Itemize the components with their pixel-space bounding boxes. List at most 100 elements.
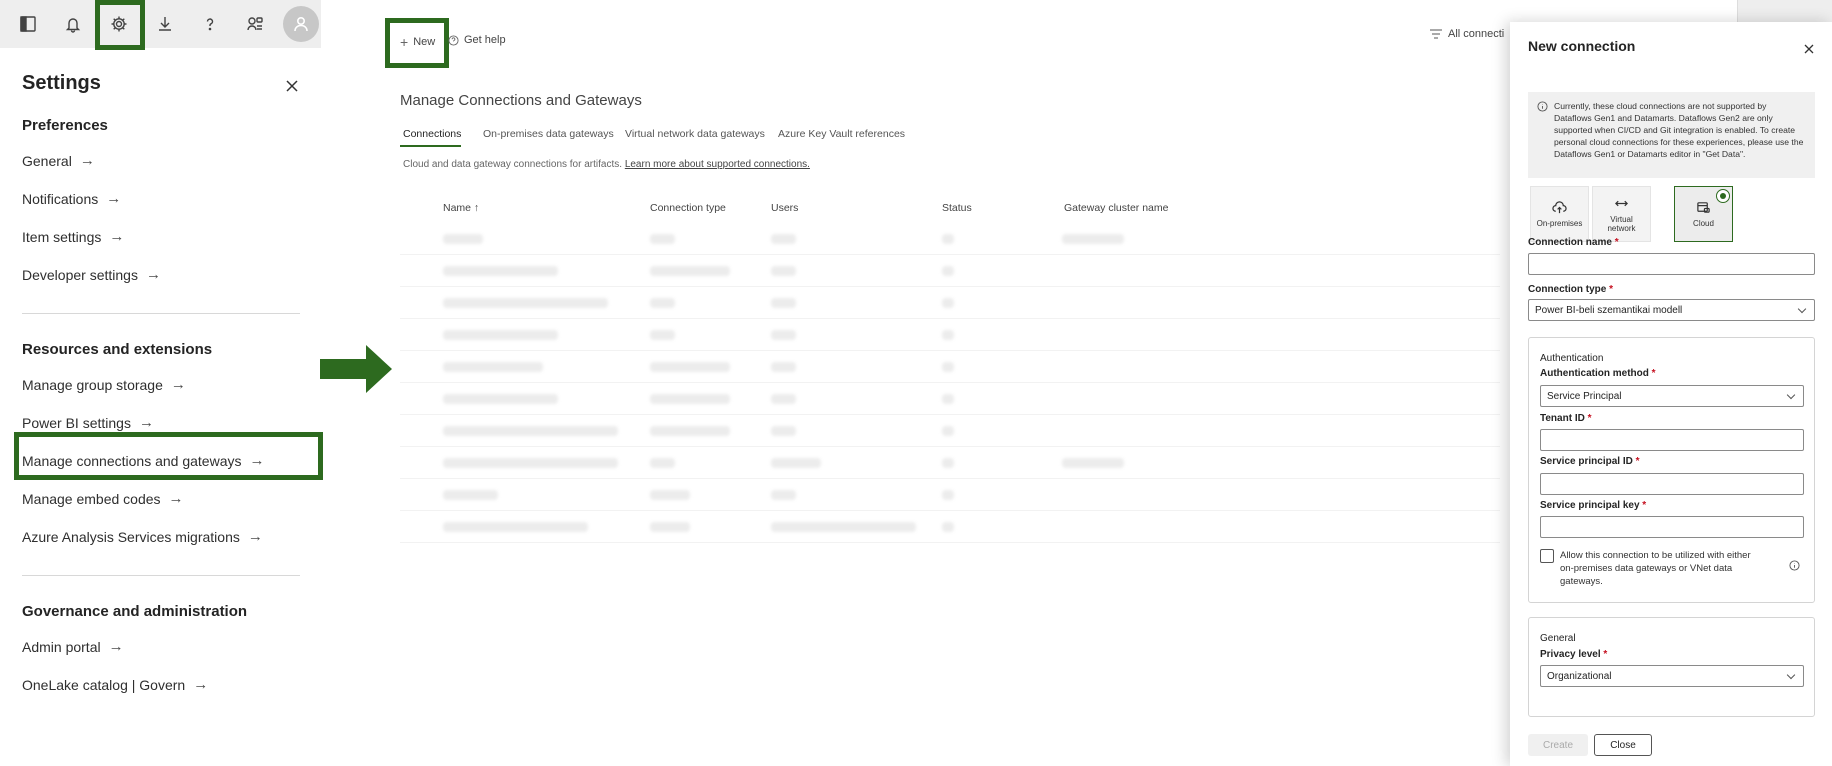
top-icon-bar	[0, 0, 321, 48]
table-cell-placeholder	[650, 394, 730, 404]
filter-icon	[1430, 29, 1442, 39]
cloud-upload-icon	[1552, 201, 1567, 214]
settings-title: Settings	[22, 72, 101, 94]
table-cell-placeholder	[443, 362, 543, 372]
info-icon[interactable]	[1789, 560, 1800, 571]
info-message: Currently, these cloud connections are n…	[1528, 92, 1815, 178]
table-cell-placeholder	[443, 490, 498, 500]
option-cloud[interactable]: Cloud	[1674, 186, 1733, 242]
table-cell-placeholder	[443, 458, 618, 468]
table-cell-placeholder	[650, 266, 730, 276]
manage-group-storage-link[interactable]: Manage group storage →	[22, 376, 186, 393]
column-header-gateway-cluster[interactable]: Gateway cluster name	[1064, 202, 1168, 214]
table-cell-placeholder	[771, 458, 821, 468]
table-cell-placeholder	[771, 298, 796, 308]
table-cell-placeholder	[942, 362, 954, 372]
table-cell-placeholder	[771, 426, 796, 436]
table-cell-placeholder	[443, 394, 558, 404]
gear-highlight-box	[95, 0, 145, 50]
table-cell-placeholder	[942, 490, 954, 500]
sp-key-label: Service principal key *	[1540, 500, 1647, 511]
table-row-divider	[400, 286, 1500, 287]
arrow-right-icon: →	[170, 376, 186, 393]
arrow-right-icon: →	[247, 528, 263, 545]
download-icon[interactable]	[146, 5, 184, 43]
allow-gateway-checkbox[interactable]	[1540, 549, 1554, 563]
table-cell-placeholder	[942, 234, 954, 244]
table-row-divider	[400, 382, 1500, 383]
new-button[interactable]: + New	[400, 34, 435, 50]
bell-icon[interactable]	[54, 5, 92, 43]
column-header-name[interactable]: Name ↑	[443, 202, 479, 214]
help-icon[interactable]	[191, 5, 229, 43]
create-button[interactable]: Create	[1528, 734, 1588, 756]
privacy-level-select[interactable]: Organizational	[1540, 665, 1804, 687]
sp-key-input[interactable]	[1540, 516, 1804, 538]
table-cell-placeholder	[443, 234, 483, 244]
pointer-arrow-icon	[320, 345, 392, 393]
table-cell-placeholder	[650, 426, 730, 436]
page-title: Manage Connections and Gateways	[400, 92, 642, 109]
table-row-divider	[400, 254, 1500, 255]
column-header-connection-type[interactable]: Connection type	[650, 202, 726, 214]
option-on-premises[interactable]: On-premises	[1530, 186, 1589, 242]
admin-portal-link[interactable]: Admin portal →	[22, 638, 124, 655]
table-cell-placeholder	[650, 330, 675, 340]
sp-id-input[interactable]	[1540, 473, 1804, 495]
manage-connections-link[interactable]: Manage connections and gateways →	[22, 452, 264, 469]
table-row-divider	[400, 414, 1500, 415]
arrow-right-icon: →	[193, 676, 209, 693]
table-cell-placeholder	[771, 330, 796, 340]
help-circle-icon	[448, 34, 459, 46]
table-cell-placeholder	[771, 266, 796, 276]
table-cell-placeholder	[443, 330, 558, 340]
general-link[interactable]: General →	[22, 152, 95, 169]
table-cell-placeholder	[942, 330, 954, 340]
share-feedback-icon[interactable]	[236, 5, 274, 43]
table-cell-placeholder	[771, 522, 916, 532]
avatar[interactable]	[283, 6, 319, 42]
arrow-right-icon: →	[106, 190, 122, 207]
azure-analysis-migrations-link[interactable]: Azure Analysis Services migrations →	[22, 528, 263, 545]
table-cell-placeholder	[771, 362, 796, 372]
table-cell-placeholder	[942, 266, 954, 276]
selected-radio	[1716, 189, 1730, 203]
filter-button[interactable]: All connecti	[1430, 28, 1504, 40]
option-virtual-network[interactable]: Virtual network	[1592, 186, 1651, 242]
notifications-link[interactable]: Notifications →	[22, 190, 121, 207]
connection-name-input[interactable]	[1528, 253, 1815, 275]
table-row-divider	[400, 510, 1500, 511]
tab-connections[interactable]: Connections	[403, 128, 461, 140]
close-icon[interactable]	[1802, 42, 1816, 56]
table-cell-placeholder	[942, 298, 954, 308]
tab-virtual-network-gateways[interactable]: Virtual network data gateways	[625, 128, 765, 140]
table-row-divider	[400, 478, 1500, 479]
onelake-catalog-link[interactable]: OneLake catalog | Govern →	[22, 676, 208, 693]
auth-method-select[interactable]: Service Principal	[1540, 385, 1804, 407]
column-header-users[interactable]: Users	[771, 202, 798, 214]
arrow-right-icon: →	[108, 638, 124, 655]
learn-more-link[interactable]: Learn more about supported connections.	[625, 159, 810, 170]
table-cell-placeholder	[443, 426, 618, 436]
table-cell-placeholder	[650, 522, 690, 532]
tab-on-premises-gateways[interactable]: On-premises data gateways	[483, 128, 614, 140]
arrow-right-icon: →	[138, 414, 154, 431]
table-cell-placeholder	[650, 490, 690, 500]
panel-toggle-icon[interactable]	[9, 5, 47, 43]
arrow-right-icon: →	[109, 228, 125, 245]
manage-embed-codes-link[interactable]: Manage embed codes →	[22, 490, 184, 507]
auth-method-label: Authentication method *	[1540, 368, 1656, 379]
tenant-id-input[interactable]	[1540, 429, 1804, 451]
close-icon[interactable]	[282, 76, 302, 96]
connection-type-select[interactable]: Power BI-beli szemantikai modell	[1528, 299, 1815, 321]
table-cell-placeholder	[443, 298, 608, 308]
power-bi-settings-link[interactable]: Power BI settings →	[22, 414, 154, 431]
tab-azure-key-vault[interactable]: Azure Key Vault references	[778, 128, 905, 140]
column-header-status[interactable]: Status	[942, 202, 972, 214]
item-settings-link[interactable]: Item settings →	[22, 228, 124, 245]
get-help-button[interactable]: Get help	[448, 34, 506, 46]
arrow-right-icon: →	[79, 152, 95, 169]
table-cell-placeholder	[942, 522, 954, 532]
close-button[interactable]: Close	[1594, 734, 1652, 756]
developer-settings-link[interactable]: Developer settings →	[22, 266, 161, 283]
